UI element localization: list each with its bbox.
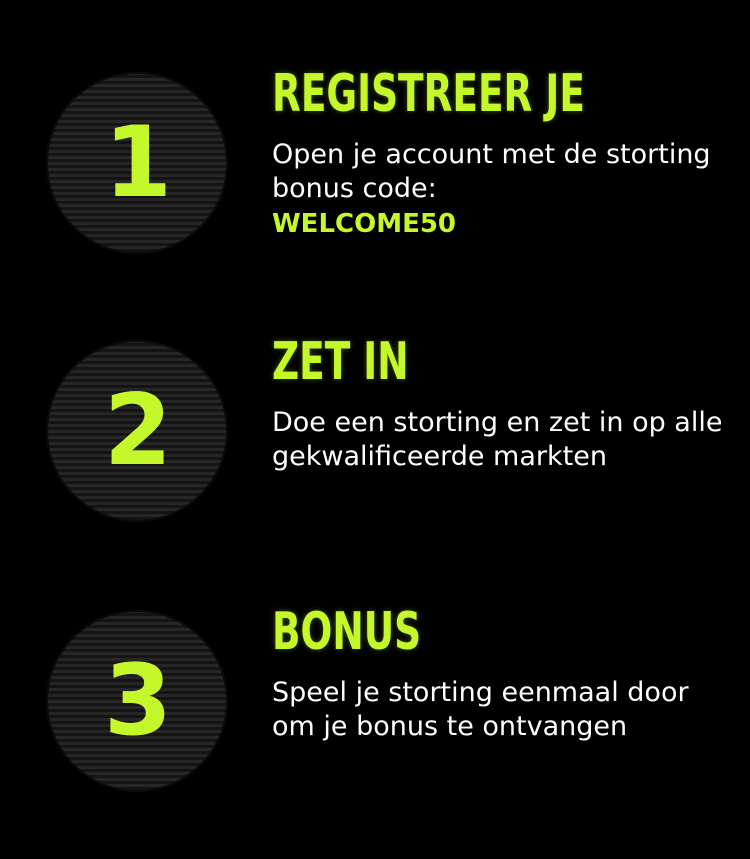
step-bet: 2 ZET IN Doe een storting en zet in op a…: [0, 330, 750, 570]
step-number: 3: [103, 644, 172, 758]
step-content: BONUS Speel je storting eenmaal door om …: [272, 600, 732, 744]
step-description-text: Open je account met de storting bonus co…: [272, 139, 711, 204]
step-content: ZET IN Doe een storting en zet in op all…: [272, 330, 732, 474]
step-number-badge: 1: [46, 72, 228, 254]
step-title: BONUS: [272, 602, 422, 662]
step-description: Doe een storting en zet in op alle gekwa…: [272, 407, 723, 472]
step-content: REGISTREER JE Open je account met de sto…: [272, 62, 732, 242]
step-title: REGISTREER JE: [272, 64, 585, 124]
step-number-badge: 2: [46, 340, 228, 522]
step-register: 1 REGISTREER JE Open je account met de s…: [0, 62, 750, 302]
step-bonus: 3 BONUS Speel je storting eenmaal door o…: [0, 600, 750, 840]
step-number: 1: [103, 106, 172, 220]
step-number: 2: [103, 374, 172, 488]
bonus-code: WELCOME50: [272, 209, 457, 239]
step-number-badge: 3: [46, 610, 228, 792]
step-description: Speel je storting eenmaal door om je bon…: [272, 677, 689, 742]
step-title: ZET IN: [272, 332, 409, 392]
step-description: Open je account met de storting bonus co…: [272, 138, 732, 242]
